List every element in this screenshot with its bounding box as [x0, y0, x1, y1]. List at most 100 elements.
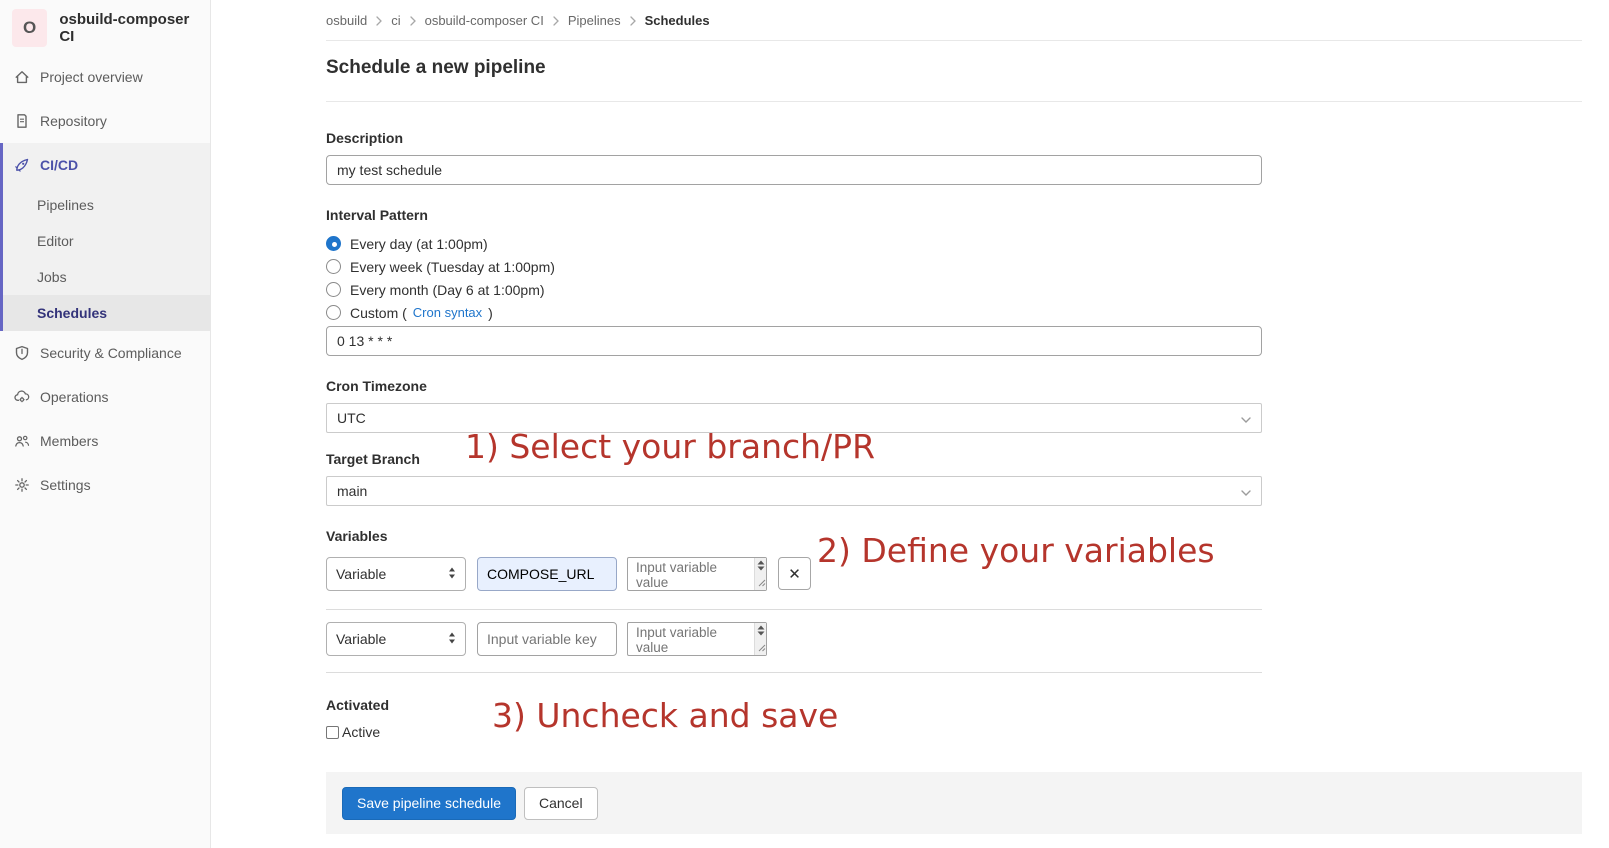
- variable-type-select[interactable]: Variable: [326, 622, 466, 656]
- chevron-down-icon: [1241, 483, 1251, 499]
- radio-button-icon[interactable]: [326, 236, 341, 251]
- sidebar-item-label: CI/CD: [40, 157, 78, 173]
- document-icon: [14, 113, 30, 129]
- activated-label: Activated: [326, 697, 1262, 714]
- active-checkbox-row[interactable]: Active: [326, 724, 1262, 740]
- gear-icon: [14, 477, 30, 493]
- updown-arrows-icon: [448, 631, 456, 647]
- scroll-down-icon: [757, 566, 765, 571]
- updown-arrows-icon: [448, 566, 456, 582]
- chevron-right-icon: [376, 16, 382, 26]
- members-icon: [14, 433, 30, 449]
- sidebar-item-settings[interactable]: Settings: [0, 463, 210, 507]
- target-branch-select[interactable]: main: [326, 476, 1262, 506]
- sidebar-item-jobs[interactable]: Jobs: [3, 259, 210, 295]
- cloud-gear-icon: [14, 389, 30, 405]
- project-header[interactable]: O osbuild-composer CI: [0, 0, 210, 55]
- interval-pattern-label: Interval Pattern: [326, 207, 1262, 224]
- home-icon: [14, 69, 30, 85]
- page-title-section: Schedule a new pipeline: [326, 41, 1582, 102]
- close-icon: ✕: [788, 565, 801, 583]
- radio-button-icon[interactable]: [326, 305, 341, 320]
- main-content: osbuild ci osbuild-composer CI Pipelines…: [211, 0, 1609, 848]
- cron-syntax-link[interactable]: Cron syntax: [413, 305, 482, 320]
- save-pipeline-schedule-button[interactable]: Save pipeline schedule: [342, 787, 516, 820]
- radio-every-week[interactable]: Every week (Tuesday at 1:00pm): [326, 255, 1262, 278]
- scroll-up-icon: [757, 625, 765, 630]
- radio-every-month[interactable]: Every month (Day 6 at 1:00pm): [326, 278, 1262, 301]
- rocket-icon: [14, 157, 30, 173]
- active-checkbox[interactable]: [326, 726, 339, 739]
- breadcrumb-item-schedules: Schedules: [645, 13, 710, 28]
- breadcrumb-item-osbuild[interactable]: osbuild: [326, 13, 367, 28]
- remove-variable-button[interactable]: ✕: [778, 557, 811, 590]
- radio-custom[interactable]: Custom ( Cron syntax ): [326, 301, 1262, 324]
- radio-label: Every week (Tuesday at 1:00pm): [350, 259, 555, 275]
- variable-key-input[interactable]: [477, 622, 617, 656]
- schedule-form: Description Interval Pattern Every day (…: [326, 130, 1262, 740]
- sidebar-item-label: Project overview: [40, 69, 143, 85]
- interval-radio-group: Every day (at 1:00pm) Every week (Tuesda…: [326, 232, 1262, 324]
- description-label: Description: [326, 130, 1262, 147]
- sidebar-item-cicd[interactable]: CI/CD: [3, 143, 210, 187]
- radio-button-icon[interactable]: [326, 259, 341, 274]
- sidebar-item-editor[interactable]: Editor: [3, 223, 210, 259]
- resize-grip-icon[interactable]: [758, 574, 766, 590]
- sidebar-item-schedules[interactable]: Schedules: [3, 295, 210, 331]
- cron-pattern-input[interactable]: [326, 326, 1262, 356]
- form-actions: Save pipeline schedule Cancel: [326, 772, 1582, 834]
- variable-row: Variable ✕: [326, 557, 1262, 591]
- chevron-right-icon: [630, 16, 636, 26]
- variable-type-value: Variable: [336, 631, 386, 647]
- scroll-up-icon: [757, 560, 765, 565]
- page-title: Schedule a new pipeline: [326, 55, 1582, 81]
- cron-timezone-select[interactable]: UTC: [326, 403, 1262, 433]
- project-avatar-letter: O: [23, 18, 36, 38]
- sidebar-item-label: Members: [40, 433, 98, 449]
- chevron-right-icon: [553, 16, 559, 26]
- sidebar-item-label: Operations: [40, 389, 108, 405]
- variable-type-select[interactable]: Variable: [326, 557, 466, 591]
- variables-divider: [326, 609, 1262, 610]
- shield-icon: [14, 345, 30, 361]
- target-branch-value: main: [337, 483, 367, 499]
- breadcrumb: osbuild ci osbuild-composer CI Pipelines…: [326, 0, 1582, 41]
- project-sidebar: O osbuild-composer CI Project overview R…: [0, 0, 211, 848]
- sidebar-item-members[interactable]: Members: [0, 419, 210, 463]
- radio-button-icon[interactable]: [326, 282, 341, 297]
- variable-row: Variable: [326, 622, 1262, 656]
- cancel-button[interactable]: Cancel: [524, 787, 598, 820]
- variable-type-value: Variable: [336, 566, 386, 582]
- sidebar-item-operations[interactable]: Operations: [0, 375, 210, 419]
- resize-grip-icon[interactable]: [758, 639, 766, 655]
- sidebar-subitem-label: Pipelines: [37, 197, 94, 213]
- variable-value-wrap: [627, 557, 767, 591]
- section-divider: [326, 672, 1262, 673]
- radio-label: Every month (Day 6 at 1:00pm): [350, 282, 545, 298]
- sidebar-item-label: Settings: [40, 477, 91, 493]
- radio-label-custom-suffix: ): [488, 305, 493, 321]
- sidebar-item-pipelines[interactable]: Pipelines: [3, 187, 210, 223]
- chevron-right-icon: [410, 16, 416, 26]
- sidebar-item-label: Repository: [40, 113, 107, 129]
- breadcrumb-item-project[interactable]: osbuild-composer CI: [425, 13, 544, 28]
- chevron-down-icon: [1241, 410, 1251, 426]
- variables-label: Variables: [326, 528, 1262, 545]
- sidebar-item-project-overview[interactable]: Project overview: [0, 55, 210, 99]
- variable-value-textarea[interactable]: [627, 557, 767, 591]
- breadcrumb-item-ci[interactable]: ci: [391, 13, 400, 28]
- sidebar-item-security-compliance[interactable]: Security & Compliance: [0, 331, 210, 375]
- breadcrumb-item-pipelines[interactable]: Pipelines: [568, 13, 621, 28]
- project-name: osbuild-composer CI: [59, 11, 198, 45]
- description-input[interactable]: [326, 155, 1262, 185]
- active-checkbox-label: Active: [342, 724, 380, 740]
- sidebar-subitem-label: Jobs: [37, 269, 67, 285]
- radio-label-custom-prefix: Custom (: [350, 305, 407, 321]
- target-branch-label: Target Branch: [326, 451, 1262, 468]
- radio-every-day[interactable]: Every day (at 1:00pm): [326, 232, 1262, 255]
- sidebar-item-repository[interactable]: Repository: [0, 99, 210, 143]
- variable-value-textarea[interactable]: [627, 622, 767, 656]
- sidebar-item-label: Security & Compliance: [40, 345, 182, 361]
- scroll-down-icon: [757, 631, 765, 636]
- variable-key-input[interactable]: [477, 557, 617, 591]
